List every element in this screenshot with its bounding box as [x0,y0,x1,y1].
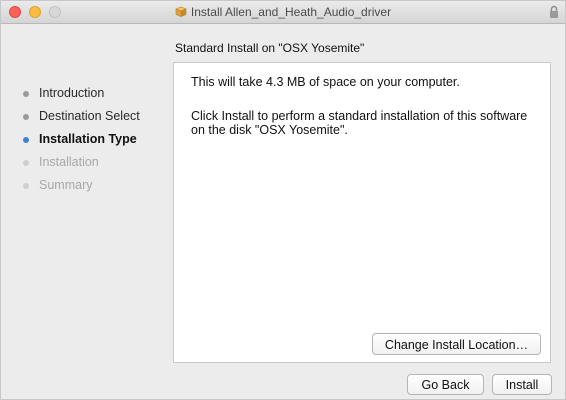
go-back-button[interactable]: Go Back [407,374,484,395]
step-bullet [23,114,29,120]
step-summary: Summary [23,179,140,202]
step-bullet [23,160,29,166]
install-button[interactable]: Install [492,374,552,395]
change-install-location-button[interactable]: Change Install Location… [372,333,541,355]
window-title-area: Install Allen_and_Heath_Audio_driver [1,5,565,19]
step-bullet [23,91,29,97]
steps-sidebar: Introduction Destination Select Installa… [23,87,140,202]
package-icon [175,6,187,17]
space-required-text: This will take 4.3 MB of space on your c… [191,75,460,89]
step-installation-type: Installation Type [23,133,140,156]
content-panel: This will take 4.3 MB of space on your c… [173,62,551,363]
step-destination-select: Destination Select [23,110,140,133]
install-instruction-text: Click Install to perform a standard inst… [191,109,528,137]
title-bar[interactable]: Install Allen_and_Heath_Audio_driver [1,1,565,24]
step-label: Installation [39,155,99,169]
step-installation: Installation [23,156,140,179]
window-title: Install Allen_and_Heath_Audio_driver [190,5,392,19]
step-bullet-active [23,137,29,143]
install-subtitle: Standard Install on "OSX Yosemite" [175,41,365,55]
step-introduction: Introduction [23,87,140,110]
step-label: Introduction [39,86,105,100]
step-label: Destination Select [39,109,140,123]
step-label: Installation Type [39,132,137,146]
installer-window: Install Allen_and_Heath_Audio_driver Sta… [0,0,566,400]
step-label: Summary [39,178,93,192]
step-bullet [23,183,29,189]
lock-icon [550,5,558,18]
